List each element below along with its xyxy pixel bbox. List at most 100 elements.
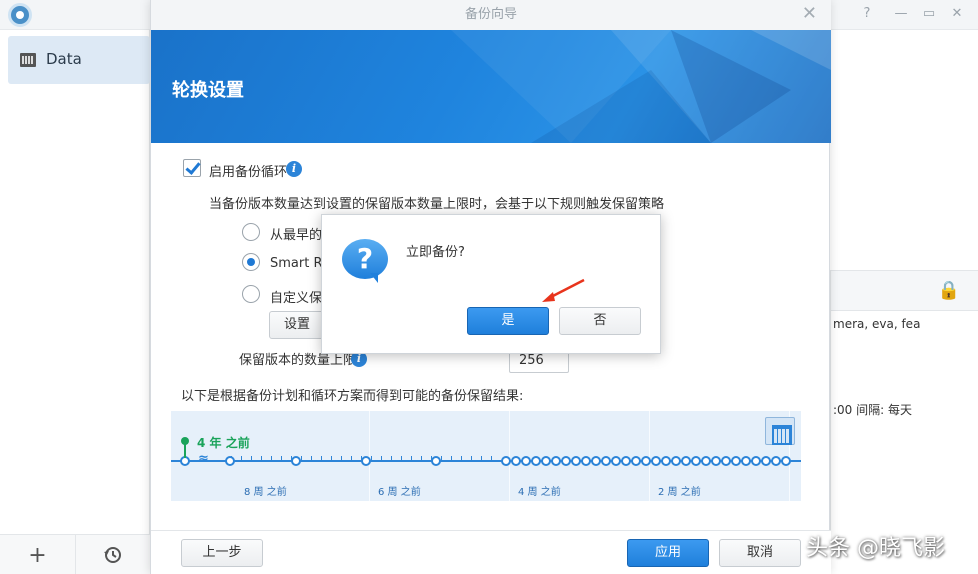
timeline-tick [351, 456, 352, 461]
sidebar-item-data[interactable]: Data [8, 36, 150, 84]
timeline-tick [491, 456, 492, 461]
timeline-backup-point [741, 456, 751, 466]
timeline-tick [311, 456, 312, 461]
detail-source-text: mera, eva, fea [833, 317, 921, 331]
retention-result-caption: 以下是根据备份计划和循环方案而得到可能的备份保留结果: [181, 389, 524, 404]
timeline-tick [261, 456, 262, 461]
sidebar-toolbar: + [0, 534, 150, 574]
timeline-backup-point [511, 456, 521, 466]
timeline-gridline [369, 411, 370, 501]
wizard-banner: 轮换设置 [151, 30, 831, 143]
timeline-label: 4 周 之前 [518, 487, 561, 498]
task-detail-panel: 🔒 mera, eva, fea :00 间隔: 每天 [830, 270, 978, 574]
timeline-backup-point [561, 456, 571, 466]
close-icon[interactable]: ✕ [948, 6, 966, 21]
timeline-tick [401, 456, 402, 461]
calendar-icon[interactable] [765, 417, 795, 445]
timeline-tick [341, 456, 342, 461]
timeline-backup-point [551, 456, 561, 466]
timeline-backup-point [541, 456, 551, 466]
help-icon[interactable]: ? [858, 6, 876, 21]
timeline-backup-point [771, 456, 781, 466]
app-logo-icon [8, 3, 32, 27]
rotation-description: 当备份版本数量达到设置的保留版本数量上限时，会基于以下规则触发保留策略 [209, 197, 665, 212]
rotation-option-oldest-label: 从最早的 [270, 228, 323, 243]
enable-rotation-label: 启用备份循环 [209, 165, 288, 180]
enable-rotation-checkbox[interactable] [183, 159, 201, 177]
timeline-tick [251, 456, 252, 461]
backup-task-icon [20, 53, 36, 67]
info-icon[interactable]: i [286, 161, 302, 177]
sidebar-item-label: Data [46, 50, 82, 68]
timeline-backup-point [711, 456, 721, 466]
detail-panel-header: 🔒 [831, 271, 978, 311]
timeline-tick [391, 456, 392, 461]
rotation-option-custom-radio[interactable] [242, 285, 260, 303]
timeline-start-stem [184, 444, 186, 458]
banner-pattern [451, 30, 831, 143]
timeline-backup-point [631, 456, 641, 466]
timeline-backup-point [681, 456, 691, 466]
timeline-backup-point [225, 456, 235, 466]
timeline-tick [371, 456, 372, 461]
minimize-icon[interactable]: — [892, 6, 910, 21]
wizard-titlebar: 备份向导 ✕ [151, 0, 831, 30]
rotation-option-custom-label: 自定义保 [270, 291, 323, 306]
timeline-tick [321, 456, 322, 461]
timeline-backup-point [641, 456, 651, 466]
plus-icon: + [28, 542, 47, 568]
timeline-gridline [649, 411, 650, 501]
timeline-tick [421, 456, 422, 461]
timeline-backup-point [691, 456, 701, 466]
sidebar: Data + [0, 30, 150, 574]
timeline-backup-point [571, 456, 581, 466]
wizard-close-icon[interactable]: ✕ [802, 0, 817, 28]
timeline-backup-point [521, 456, 531, 466]
timeline-backup-point [731, 456, 741, 466]
timeline-backup-point [611, 456, 621, 466]
question-icon: ? [342, 239, 388, 283]
wizard-title: 备份向导 [464, 7, 517, 22]
timeline-backup-point [581, 456, 591, 466]
timeline-gridline [509, 411, 510, 501]
timeline-backup-point [651, 456, 661, 466]
restore-button[interactable] [75, 535, 150, 574]
timeline-backup-point [721, 456, 731, 466]
timeline-tick [451, 456, 452, 461]
cancel-button[interactable]: 取消 [719, 539, 801, 567]
timeline-tick [331, 456, 332, 461]
timeline-backup-point [591, 456, 601, 466]
back-button[interactable]: 上一步 [181, 539, 263, 567]
wizard-footer: 上一步 应用 取消 [151, 530, 831, 574]
timeline-backup-point [601, 456, 611, 466]
settings-button[interactable]: 设置 [269, 311, 325, 339]
yes-button[interactable]: 是 [467, 307, 549, 335]
timeline-backup-point [501, 456, 511, 466]
timeline-label: 8 周 之前 [244, 487, 287, 498]
timeline-tick [461, 456, 462, 461]
timeline-backup-point [671, 456, 681, 466]
watermark: 头条 @晓飞影 [806, 536, 945, 561]
backup-now-dialog: ? 立即备份? 是 否 [321, 214, 661, 354]
timeline-backup-point [751, 456, 761, 466]
lock-icon[interactable]: 🔒 [938, 280, 960, 301]
retention-timeline: 4 年 之前 ≈ 8 周 之前 6 周 之前 4 周 之前 2 周 之前 [171, 411, 801, 501]
timeline-tick [301, 456, 302, 461]
rotation-option-oldest-radio[interactable] [242, 223, 260, 241]
no-button[interactable]: 否 [559, 307, 641, 335]
rotation-option-smart-radio[interactable] [242, 253, 260, 271]
timeline-break-icon: ≈ [198, 451, 209, 466]
timeline-label: 6 周 之前 [378, 487, 421, 498]
apply-button[interactable]: 应用 [627, 539, 709, 567]
timeline-backup-point [701, 456, 711, 466]
timeline-backup-point [361, 456, 371, 466]
timeline-tick [271, 456, 272, 461]
timeline-backup-point [431, 456, 441, 466]
timeline-backup-point [761, 456, 771, 466]
timeline-tick [241, 456, 242, 461]
timeline-backup-point [291, 456, 301, 466]
add-button[interactable]: + [0, 535, 75, 574]
timeline-tick [381, 456, 382, 461]
timeline-start-label: 4 年 之前 [197, 436, 250, 450]
maximize-icon[interactable]: ▭ [920, 6, 938, 21]
